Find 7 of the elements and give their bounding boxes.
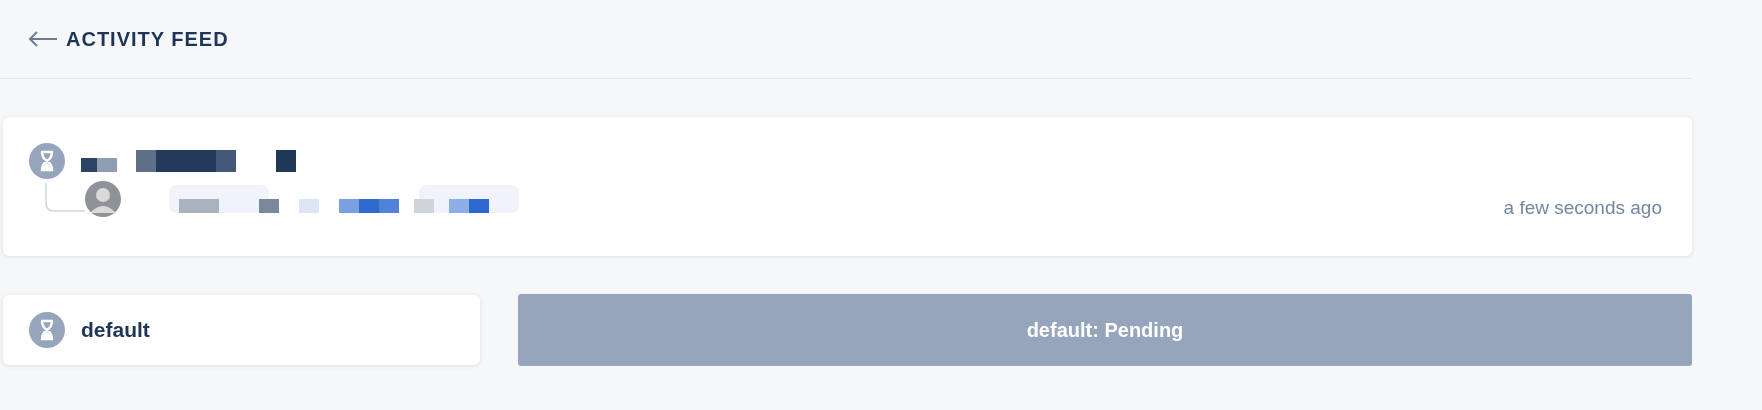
timestamp: a few seconds ago xyxy=(1503,195,1662,220)
job-card[interactable]: default xyxy=(3,295,480,365)
back-arrow-icon[interactable] xyxy=(28,31,58,47)
avatar xyxy=(85,181,121,217)
job-name: default xyxy=(81,317,150,344)
connector-line xyxy=(45,183,85,215)
page-title: ACTIVITY FEED xyxy=(66,27,229,52)
